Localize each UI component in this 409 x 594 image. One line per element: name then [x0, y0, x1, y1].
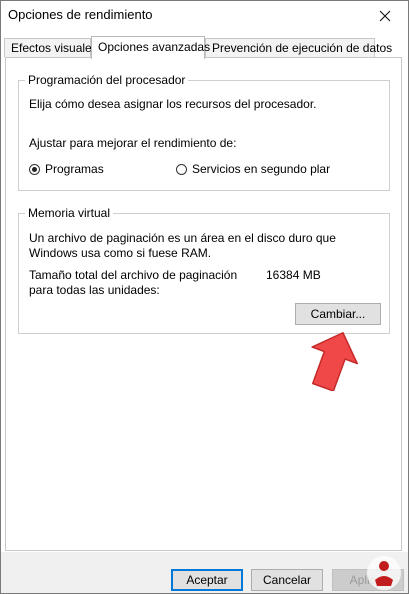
red-pointer-arrow-icon [311, 331, 359, 391]
window-title: Opciones de rendimiento [8, 7, 153, 22]
performance-options-window: Opciones de rendimiento Efectos visuales… [0, 0, 409, 594]
tab-content-panel: Programación del procesador Elija cómo d… [5, 57, 402, 551]
tab-strip: Efectos visuales Opciones avanzadas Prev… [1, 36, 408, 59]
virtual-memory-description-line2: Windows usa como si fuese RAM. [29, 246, 212, 260]
radio-programs[interactable]: Programas [29, 162, 104, 176]
processor-scheduling-group: Programación del procesador Elija cómo d… [18, 73, 390, 191]
processor-description: Elija cómo desea asignar los recursos de… [29, 97, 317, 111]
virtual-memory-description-line1: Un archivo de paginación es un área en e… [29, 231, 336, 245]
paging-file-total-label-line1: Tamaño total del archivo de paginación [29, 268, 238, 282]
adjust-performance-label: Ajustar para mejorar el rendimiento de: [29, 136, 237, 150]
virtual-memory-group: Memoria virtual Un archivo de paginación… [18, 206, 390, 334]
watermark-logo-icon [367, 556, 401, 590]
dialog-footer: Aceptar Cancelar Aplicar [1, 552, 408, 593]
radio-services-indicator [176, 163, 187, 175]
tab-data-execution-prevention[interactable]: Prevención de ejecución de datos [205, 38, 392, 57]
radio-background-services[interactable]: Servicios en segundo plar [176, 162, 330, 176]
cancel-button[interactable]: Cancelar [251, 569, 323, 591]
close-icon [379, 10, 391, 22]
close-button[interactable] [362, 1, 408, 31]
tab-advanced-options[interactable]: Opciones avanzadas [91, 36, 210, 59]
change-button[interactable]: Cambiar... [295, 303, 381, 325]
accept-button[interactable]: Aceptar [171, 569, 243, 591]
paging-file-total-label-line2: para todas las unidades: [29, 283, 160, 297]
radio-programs-indicator [29, 163, 40, 175]
title-bar: Opciones de rendimiento [1, 1, 408, 31]
virtual-memory-group-title: Memoria virtual [25, 206, 114, 220]
tab-visual-effects[interactable]: Efectos visuales [4, 38, 98, 57]
radio-programs-label: Programas [45, 162, 104, 176]
radio-services-label: Servicios en segundo plar [192, 162, 331, 176]
processor-group-title: Programación del procesador [25, 73, 189, 87]
paging-file-total-value: 16384 MB [266, 268, 321, 282]
